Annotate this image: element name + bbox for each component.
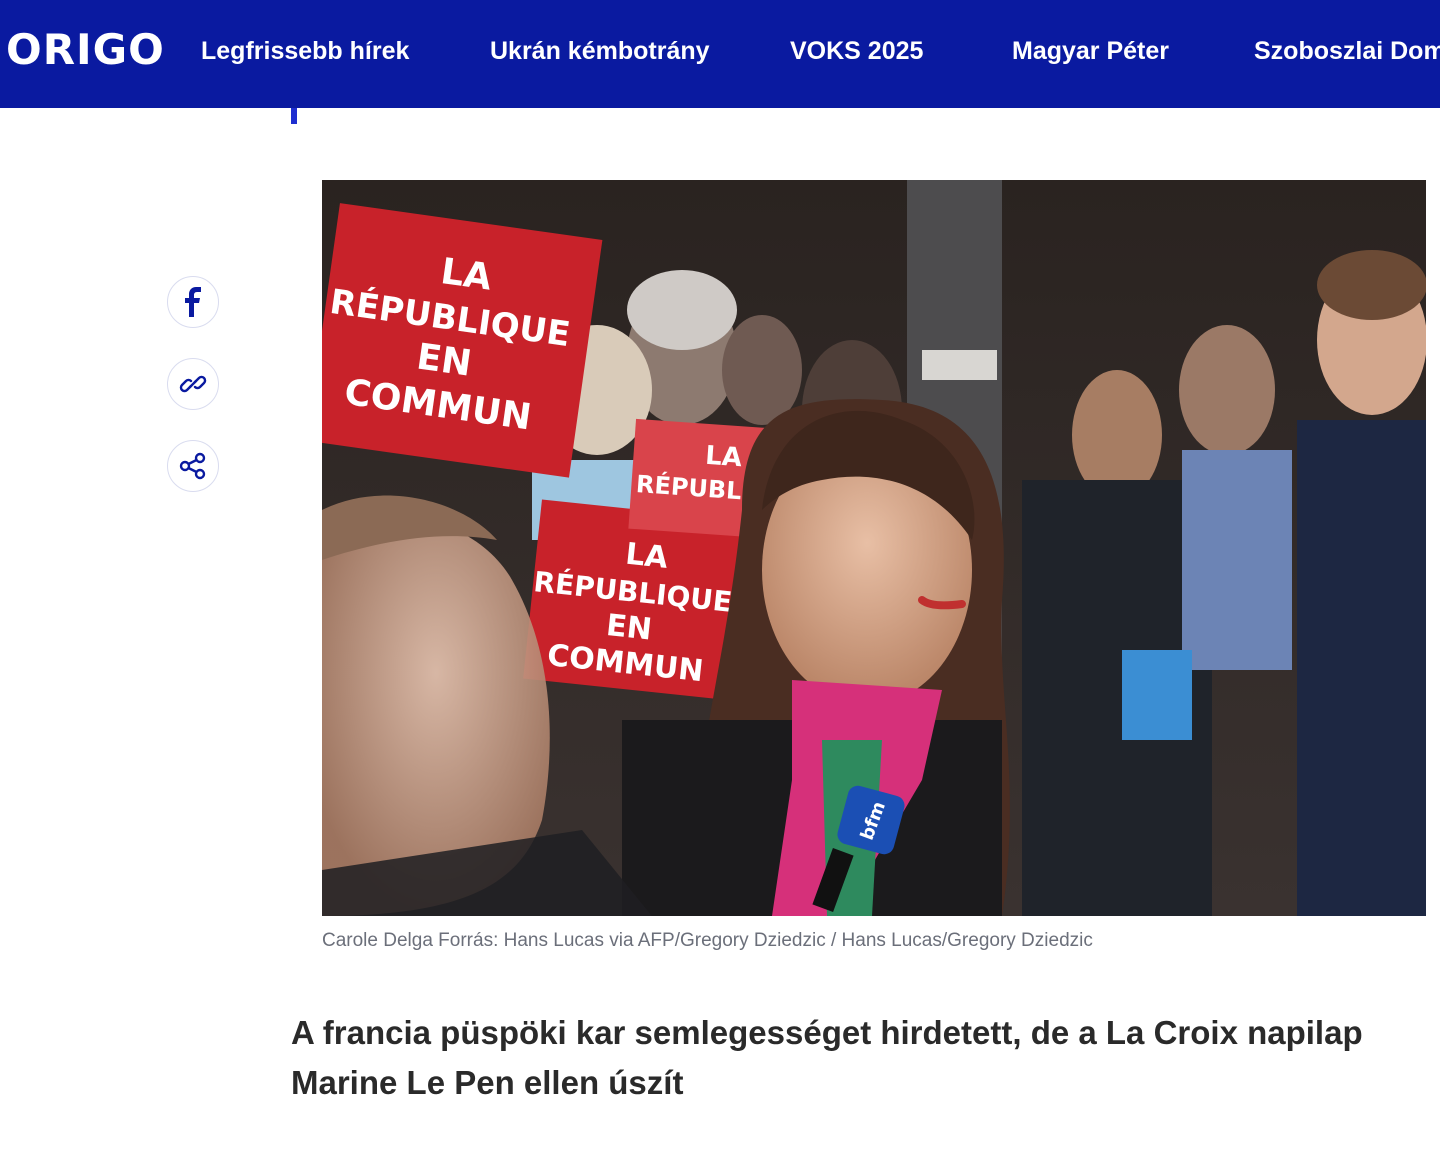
article-photo: LA RÉPUBLIQUE EN COMMUN LA RÉPUBLIQUE EN… [322,180,1426,916]
link-icon [179,375,207,393]
section-accent-line [291,108,297,124]
site-logo[interactable]: ORIGO [6,24,165,76]
svg-text:EN: EN [605,608,654,648]
share-icon [179,452,206,480]
svg-text:LA: LA [704,441,743,473]
facebook-share-button[interactable] [167,276,219,328]
top-navigation-bar: ORIGO Legfrissebb hírek Ukrán kémbotrány… [0,0,1440,108]
nav-item-magyar-peter[interactable]: Magyar Péter [1012,36,1169,66]
photo-caption: Carole Delga Forrás: Hans Lucas via AFP/… [322,930,1093,951]
share-button[interactable] [167,440,219,492]
svg-text:EN: EN [414,336,474,384]
article-subheadline: A francia püspöki kar semlegességet hird… [291,1014,1363,1101]
nav-item-voks-2025[interactable]: VOKS 2025 [790,36,923,66]
nav-item-latest-news[interactable]: Legfrissebb hírek [201,36,409,66]
copy-link-button[interactable] [167,358,219,410]
facebook-icon [185,287,201,317]
nav-item-ukrainian-spy-scandal[interactable]: Ukrán kémbotrány [490,36,710,66]
protest-sign: LA RÉPUBLIQUE EN COMMUN [322,203,603,478]
nav-item-szoboszlai[interactable]: Szoboszlai Domi [1254,36,1440,66]
svg-text:LA: LA [438,251,494,299]
svg-text:LA: LA [624,537,671,576]
photo-scene: LA RÉPUBLIQUE EN COMMUN LA RÉPUBLIQUE EN… [322,180,1426,916]
